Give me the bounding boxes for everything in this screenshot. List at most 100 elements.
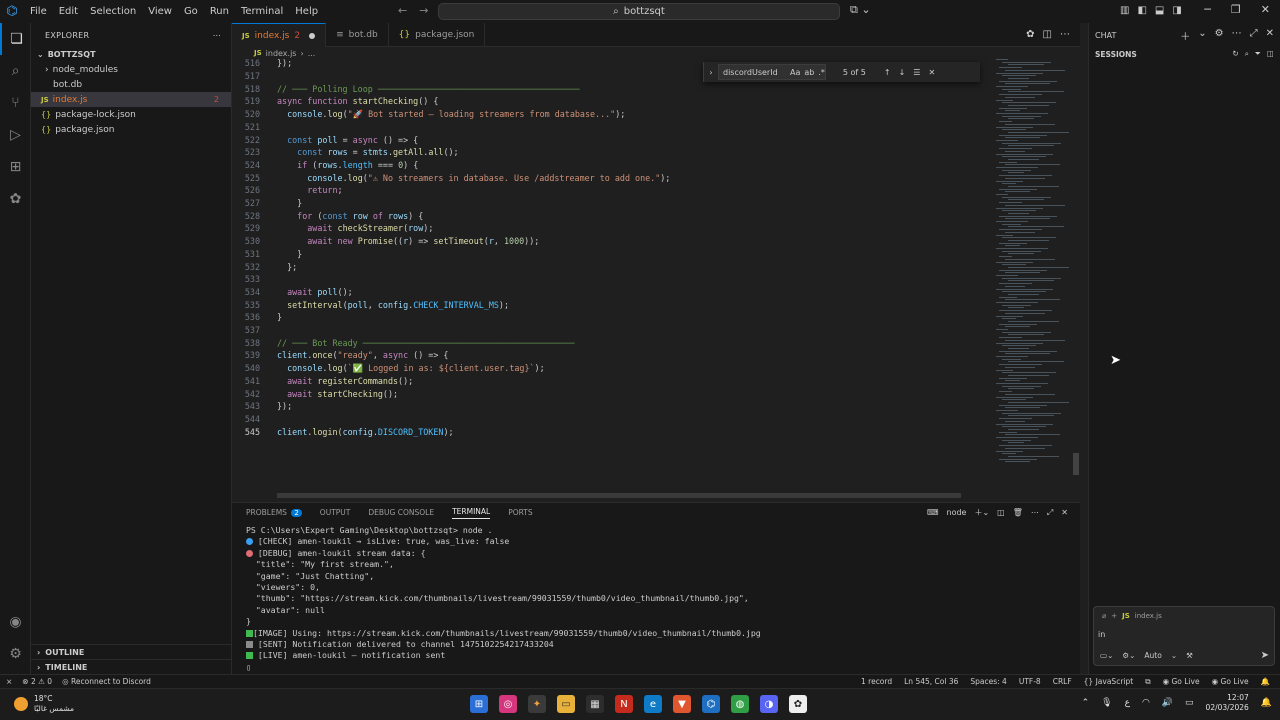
- timeline-section[interactable]: › TIMELINE: [31, 659, 232, 674]
- tab-index-js[interactable]: JS index.js 2: [232, 23, 327, 47]
- outline-section[interactable]: › OUTLINE: [31, 644, 232, 659]
- close-window-icon[interactable]: ✕: [1261, 3, 1270, 16]
- menu-view[interactable]: View: [142, 6, 178, 17]
- chrome-icon[interactable]: ◍: [731, 695, 749, 713]
- horizontal-scrollbar[interactable]: [277, 493, 961, 498]
- previous-match-arrow-icon[interactable]: ↑: [884, 68, 891, 77]
- code-line[interactable]: 518 // ─── Polling Loop ─────────────────…: [232, 82, 580, 95]
- calculator-icon[interactable]: ▦: [586, 695, 604, 713]
- add-context-plus-icon[interactable]: +: [1111, 612, 1117, 620]
- language-mode[interactable]: {} JavaScript: [1084, 677, 1134, 686]
- tools-icon[interactable]: ⚙⌄: [1122, 651, 1135, 660]
- unsaved-dot-icon[interactable]: [309, 32, 316, 39]
- chatgpt-icon[interactable]: ✿: [0, 183, 31, 215]
- code-line[interactable]: 540 console.log(`✅ Logged in as: ${clien…: [232, 362, 545, 375]
- wifi-icon[interactable]: ◠: [1142, 698, 1150, 708]
- code-line[interactable]: 516});: [232, 59, 292, 70]
- close-icon[interactable]: ✕: [1266, 28, 1274, 43]
- code-line[interactable]: 536}: [232, 311, 282, 324]
- more-actions-icon[interactable]: ⋯: [1060, 29, 1070, 40]
- search-icon[interactable]: ⌕: [1245, 49, 1249, 59]
- maximize-panel-icon[interactable]: ⤢: [1047, 508, 1053, 518]
- brave-icon[interactable]: ▼: [673, 695, 691, 713]
- code-line[interactable]: 517: [232, 70, 260, 83]
- terminal-output[interactable]: PS C:\Users\Expert Gaming\Desktop\bottzs…: [246, 525, 1066, 673]
- instagram-icon[interactable]: ◎: [499, 695, 517, 713]
- more-actions-icon[interactable]: ⋯: [213, 31, 221, 40]
- file-explorer-icon[interactable]: ▭: [557, 695, 575, 713]
- code-line[interactable]: 519 async function startChecking() {: [232, 95, 439, 108]
- maximize-icon[interactable]: ⤢: [1250, 28, 1258, 43]
- go-live-2[interactable]: ◉ Go Live: [1212, 677, 1249, 686]
- close-find-icon[interactable]: ✕: [928, 68, 935, 77]
- breadcrumb-symbol[interactable]: ...: [308, 49, 316, 58]
- code-line[interactable]: 533: [232, 273, 260, 286]
- explorer-icon[interactable]: ❏: [0, 23, 31, 55]
- code-line[interactable]: 545 client.login(config.DISCORD_TOKEN);: [232, 425, 454, 438]
- search-view-icon[interactable]: ⌕: [0, 55, 31, 87]
- code-editor[interactable]: 516}); 517 518// ─── Polling Loop ────────…: [232, 59, 992, 479]
- customize-layout-icon[interactable]: ▥: [1120, 5, 1129, 16]
- extensions-icon[interactable]: ⊞: [0, 151, 31, 183]
- clock[interactable]: 12:07 02/03/2026: [1206, 693, 1249, 713]
- menu-terminal[interactable]: Terminal: [235, 6, 289, 17]
- run-debug-icon[interactable]: ▷: [0, 119, 31, 151]
- copilot-icon[interactable]: ⧉ ⌄: [850, 3, 871, 17]
- chat-input-box[interactable]: ⌀ + JS index.js in ▭⌄ ⚙⌄ Auto ⌄ ⚒ ➤: [1093, 606, 1275, 666]
- chevron-down-icon[interactable]: ⌄: [1171, 651, 1177, 660]
- command-center-search[interactable]: ⌕ bottzsqt: [438, 3, 840, 20]
- configure-tools-icon[interactable]: ⚒: [1186, 651, 1193, 660]
- new-terminal-plus-icon[interactable]: ＋⌄: [974, 507, 989, 518]
- tray-chevron-up-icon[interactable]: ⌃: [1082, 698, 1090, 708]
- history-icon[interactable]: ⌄: [1198, 28, 1206, 43]
- code-line[interactable]: 529 await checkStreamer(row);: [232, 222, 434, 235]
- code-line[interactable]: 542 await startChecking();: [232, 387, 398, 400]
- more-actions-icon[interactable]: ⋯: [1031, 508, 1039, 517]
- trash-icon[interactable]: 🗑: [1013, 508, 1023, 517]
- menu-go[interactable]: Go: [178, 6, 204, 17]
- discord-app-icon[interactable]: ◑: [760, 695, 778, 713]
- tab-output[interactable]: OUTPUT: [320, 508, 351, 517]
- encoding[interactable]: UTF-8: [1019, 677, 1041, 686]
- code-line[interactable]: 528 for (const row of rows) {: [232, 209, 423, 222]
- model-picker[interactable]: Auto: [1144, 651, 1161, 660]
- weather-widget[interactable]: 18°C مشمس غالبًا: [14, 694, 74, 714]
- refresh-icon[interactable]: ↻: [1232, 49, 1238, 59]
- toggle-sidebar-icon[interactable]: ◧: [1137, 5, 1146, 16]
- code-line[interactable]: 532 };: [232, 260, 297, 273]
- agent-mode-icon[interactable]: ▭⌄: [1100, 651, 1113, 660]
- chatgpt-app-icon[interactable]: ✿: [789, 695, 807, 713]
- next-match-arrow-icon[interactable]: ↓: [899, 68, 906, 77]
- context-file-chip[interactable]: index.js: [1135, 612, 1162, 620]
- edge-icon[interactable]: e: [644, 695, 662, 713]
- code-line[interactable]: 525 console.log("⚠ No streamers in datab…: [232, 171, 670, 184]
- find-in-selection-icon[interactable]: ☰: [913, 68, 920, 77]
- code-line[interactable]: 530 await new Promise((r) => setTimeout(…: [232, 235, 539, 248]
- code-line[interactable]: 521: [232, 121, 260, 134]
- source-control-icon[interactable]: ⑂: [0, 87, 31, 119]
- code-line[interactable]: 544: [232, 413, 260, 426]
- keyboard-language-icon[interactable]: ع: [1125, 698, 1130, 708]
- new-chat-plus-icon[interactable]: ＋: [1180, 28, 1190, 43]
- code-line[interactable]: 538 // ─── Bot Ready ────────────────────…: [232, 336, 575, 349]
- code-line[interactable]: 541 await registerCommands();: [232, 375, 413, 388]
- code-line[interactable]: 539 client.once("ready", async () => {: [232, 349, 449, 362]
- menu-run[interactable]: Run: [204, 6, 235, 17]
- forward-arrow-icon[interactable]: →: [419, 4, 428, 17]
- chatgpt-icon[interactable]: ✿: [1026, 29, 1034, 40]
- restore-icon[interactable]: ❐: [1231, 3, 1241, 16]
- code-line[interactable]: 523 const rows = stmts.getAll.all();: [232, 146, 459, 159]
- code-line[interactable]: 526 return;: [232, 184, 343, 197]
- tree-item-index-js[interactable]: JS index.js 2: [31, 92, 231, 107]
- tree-item-package-lock-json[interactable]: {} package-lock.json: [31, 107, 231, 122]
- discord-status[interactable]: ◎ Reconnect to Discord: [62, 677, 151, 686]
- microphone-icon[interactable]: 🎙: [1101, 698, 1112, 708]
- attach-icon[interactable]: ⌀: [1102, 612, 1106, 620]
- minimap[interactable]: [992, 59, 1072, 499]
- toggle-panel-icon[interactable]: ⬓: [1155, 5, 1164, 16]
- problems-status[interactable]: ⊗ 2 ⚠ 0: [22, 677, 52, 686]
- code-line[interactable]: 527 }: [232, 197, 302, 210]
- back-arrow-icon[interactable]: ←: [398, 4, 407, 17]
- account-icon[interactable]: ◉: [0, 606, 31, 638]
- terminal-shell-label[interactable]: node: [947, 508, 967, 517]
